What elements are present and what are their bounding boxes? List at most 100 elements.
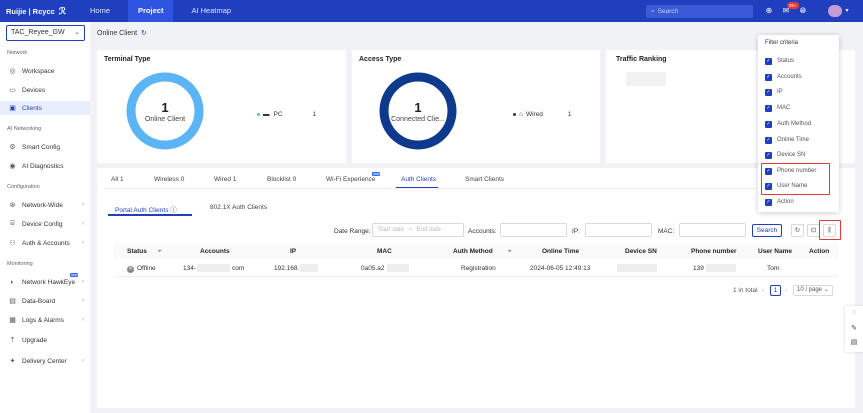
sidebar-item-network-wide[interactable]: ⊛ Network-Wide › [0,198,90,212]
nav-ai-heatmap[interactable]: AI Heatmap [181,0,241,22]
section-ai-networking: AI Networking [7,126,42,132]
account-prefix: 134- [183,265,197,272]
tab-blocklist[interactable]: Blocklist 0 [267,176,296,183]
filter-option-device-sn[interactable]: ✓ Device SN [765,150,805,160]
row-divider [114,276,838,277]
sidebar-item-ai-diagnostics[interactable]: ◉ AI Diagnostics [0,159,90,173]
legend-dot [257,113,260,116]
accounts-input[interactable] [500,223,567,237]
checkbox-checked-icon[interactable]: ✓ [765,151,772,159]
traffic-placeholder [626,72,666,86]
filter-option-mac[interactable]: ✓ MAC [765,103,790,113]
legend-name: Wired [525,111,543,118]
sidebar-item-data-board[interactable]: ▤ Data-Board › [0,294,90,308]
sidebar-item-label: Delivery Center [22,357,67,365]
ip-input[interactable] [585,223,652,237]
checkbox-checked-icon[interactable]: ✓ [765,57,772,65]
chevron-right-icon: › [82,221,84,227]
sidebar-item-devices[interactable]: ▭ Devices [0,83,90,97]
filter-icon[interactable]: ⏷ [507,248,512,256]
sidebar-item-device-config[interactable]: ⌸ Device Config › [0,217,90,231]
checkbox-checked-icon[interactable]: ✓ [765,73,772,81]
sidebar-item-auth-accounts[interactable]: ⚇ Auth & Accounts › [0,236,90,250]
checkbox-checked-icon[interactable]: ✓ [765,198,772,206]
sidebar-item-logs-alarms[interactable]: ▦ Logs & Alarms › [0,313,90,327]
chevron-down-icon[interactable]: ▾ [841,5,853,17]
page-number[interactable]: 1 [770,285,781,296]
checkbox-checked-icon[interactable]: ✓ [765,120,772,128]
refresh-icon[interactable]: ↻ [791,224,804,237]
option-label: Device SN [777,152,806,158]
date-range-label: Date Range: [334,228,371,235]
option-label: Auth Method [777,121,812,127]
new-badge: new [70,273,79,277]
column-header-device-sn: Device SN [625,248,657,255]
clipboard-icon[interactable]: ▤ [849,338,859,348]
card-title: Terminal Type [104,56,151,63]
tab-smart-clients[interactable]: Smart Clients [465,176,504,183]
tab-wireless[interactable]: Wireless 0 [154,176,184,183]
sidebar-item-label: Smart Config [22,143,60,151]
avatar[interactable] [828,5,842,17]
offline-icon: ✕ [127,266,134,273]
nav-home[interactable]: Home [80,0,120,22]
nav-project[interactable]: Project [128,0,174,22]
mac-filter-label: MAC: [658,228,675,235]
tab-count: 0 [292,176,297,183]
tab-wifi-experience[interactable]: Wi-Fi Experience [326,176,375,183]
chat-icon[interactable]: ◌ [849,309,859,319]
sidebar-item-network-hawkeye[interactable]: ◐ Network HawkEye new › [0,273,90,289]
language-icon[interactable]: 🌐︎ [797,5,809,17]
section-network: Network [7,50,28,56]
tab-auth-clients[interactable]: Auth Clients [401,176,436,183]
sidebar-item-label: Upgrade [22,336,47,344]
checkbox-checked-icon[interactable]: ✓ [765,104,772,112]
sidebar-item-delivery-center[interactable]: ✦ Delivery Center › [0,354,90,368]
sidebar-item-clients[interactable]: ▣ Clients [0,101,90,115]
global-search-input[interactable]: ⌕ Search [646,5,753,18]
site-selector[interactable]: TAC_Reyee_GW ⌄ [6,25,85,41]
page-size-select[interactable]: 10 / page ⌄ [793,285,833,296]
add-icon[interactable]: ⊕ [763,5,775,17]
option-label: Online Time [777,137,810,143]
help-icon[interactable]: ⓘ [170,207,177,214]
refresh-icon[interactable]: ↻ [141,30,147,37]
next-page-icon[interactable]: › [785,287,787,294]
workspace-icon: ◎ [9,68,16,75]
sidebar-item-workspace[interactable]: ◎ Workspace [0,64,90,78]
subtab-dot1x-auth[interactable]: 802.1X Auth Clients [210,204,267,211]
sidebar-item-upgrade[interactable]: ⇡ Upgrade [0,333,90,347]
filter-option-online-time[interactable]: ✓ Online Time [765,135,809,145]
page-title-text: Online Client [97,30,138,37]
prev-page-icon[interactable]: ‹ [762,287,764,294]
subtab-label: Portal Auth Clients [115,207,169,214]
filter-option-action[interactable]: ✓ Action [765,197,794,207]
filter-option-status[interactable]: ✓ Status [765,56,794,66]
date-range-picker[interactable]: Start date ~ End date [372,223,464,237]
option-label: IP [777,89,783,95]
chevron-right-icon: › [82,279,84,285]
checkbox-checked-icon[interactable]: ✓ [765,88,772,96]
subtab-portal-auth[interactable]: Portal Auth Clients ⓘ [115,204,177,214]
search-button[interactable]: Search [752,224,782,237]
chevron-right-icon: › [82,298,84,304]
phone-cell: 139 [693,265,704,272]
filter-option-accounts[interactable]: ✓ Accounts [765,72,802,82]
section-configuration: Configuration [7,184,40,190]
brand-logo[interactable]: Ruijie | Rcycc ℛ [0,6,70,17]
feedback-icon[interactable]: ✎ [849,324,859,334]
sidebar-item-smart-config[interactable]: ⚙ Smart Config [0,140,90,154]
filter-option-ip[interactable]: ✓ IP [765,87,783,97]
filter-option-auth-method[interactable]: ✓ Auth Method [765,119,811,129]
tab-label: Wired [214,176,231,183]
tab-wired[interactable]: Wired 1 [214,176,236,183]
checkbox-checked-icon[interactable]: ✓ [765,136,772,144]
tab-all[interactable]: All 1 [111,176,124,183]
redacted-phone [706,264,736,272]
filter-icon[interactable]: ⏷ [157,248,162,256]
column-header-status: Status [127,248,147,255]
account-suffix: com [232,265,245,272]
sidebar-item-label: Logs & Alarms [22,316,64,324]
brand-mark-icon: ℛ [58,5,66,16]
mac-input[interactable] [679,223,746,237]
